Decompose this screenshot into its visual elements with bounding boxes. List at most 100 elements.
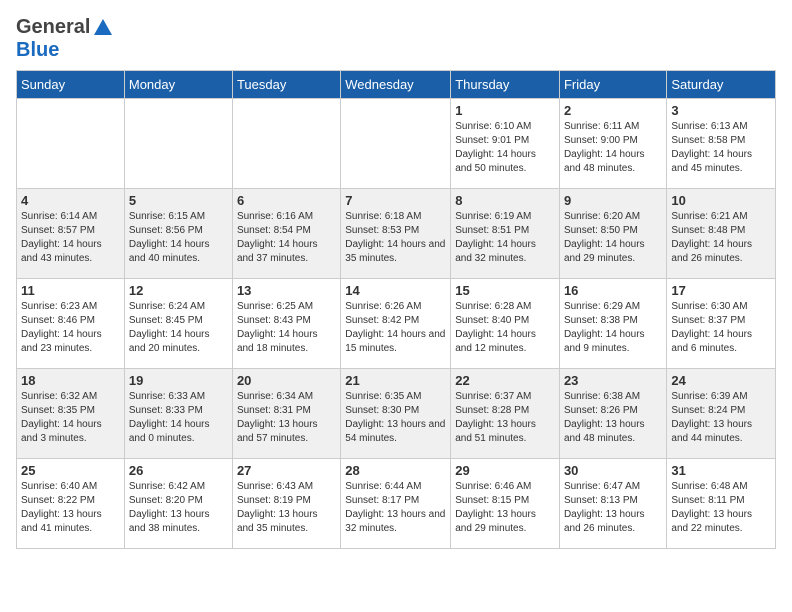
day-info: Sunrise: 6:39 AM Sunset: 8:24 PM Dayligh…	[671, 390, 771, 446]
calendar-cell: 16 Sunrise: 6:29 AM Sunset: 8:38 PM Dayli…	[559, 279, 666, 369]
day-info: Sunrise: 6:43 AM Sunset: 8:19 PM Dayligh…	[237, 480, 336, 536]
day-number: 5	[129, 193, 228, 208]
weekday-header-thursday: Thursday	[451, 71, 560, 99]
day-info: Sunrise: 6:32 AM Sunset: 8:35 PM Dayligh…	[21, 390, 120, 446]
day-info: Sunrise: 6:38 AM Sunset: 8:26 PM Dayligh…	[564, 390, 662, 446]
day-info: Sunrise: 6:33 AM Sunset: 8:33 PM Dayligh…	[129, 390, 228, 446]
day-info: Sunrise: 6:42 AM Sunset: 8:20 PM Dayligh…	[129, 480, 228, 536]
day-number: 8	[455, 193, 555, 208]
day-number: 9	[564, 193, 662, 208]
day-info: Sunrise: 6:48 AM Sunset: 8:11 PM Dayligh…	[671, 480, 771, 536]
day-number: 10	[671, 193, 771, 208]
calendar-cell: 2 Sunrise: 6:11 AM Sunset: 9:00 PM Daylig…	[559, 99, 666, 189]
day-number: 19	[129, 373, 228, 388]
day-info: Sunrise: 6:10 AM Sunset: 9:01 PM Dayligh…	[455, 120, 555, 176]
calendar-cell: 23 Sunrise: 6:38 AM Sunset: 8:26 PM Dayli…	[559, 369, 666, 459]
day-info: Sunrise: 6:37 AM Sunset: 8:28 PM Dayligh…	[455, 390, 555, 446]
calendar-cell: 24 Sunrise: 6:39 AM Sunset: 8:24 PM Dayli…	[667, 369, 776, 459]
day-info: Sunrise: 6:46 AM Sunset: 8:15 PM Dayligh…	[455, 480, 555, 536]
calendar-cell: 12 Sunrise: 6:24 AM Sunset: 8:45 PM Dayli…	[124, 279, 232, 369]
calendar-cell: 5Sunrise: 6:15 AM Sunset: 8:56 PM Daylig…	[124, 189, 232, 279]
calendar-week-2: 4Sunrise: 6:14 AM Sunset: 8:57 PM Daylig…	[17, 189, 776, 279]
day-number: 20	[237, 373, 336, 388]
day-number: 30	[564, 463, 662, 478]
day-number: 14	[345, 283, 446, 298]
day-info: Sunrise: 6:18 AM Sunset: 8:53 PM Dayligh…	[345, 210, 446, 266]
day-number: 21	[345, 373, 446, 388]
day-info: Sunrise: 6:16 AM Sunset: 8:54 PM Dayligh…	[237, 210, 336, 266]
calendar-cell: 8 Sunrise: 6:19 AM Sunset: 8:51 PM Daylig…	[451, 189, 560, 279]
day-number: 22	[455, 373, 555, 388]
calendar-cell: 6 Sunrise: 6:16 AM Sunset: 8:54 PM Daylig…	[232, 189, 340, 279]
calendar-cell	[124, 99, 232, 189]
calendar-cell: 11 Sunrise: 6:23 AM Sunset: 8:46 PM Dayli…	[17, 279, 125, 369]
calendar-cell: 7 Sunrise: 6:18 AM Sunset: 8:53 PM Daylig…	[341, 189, 451, 279]
calendar-week-1: 1 Sunrise: 6:10 AM Sunset: 9:01 PM Daylig…	[17, 99, 776, 189]
calendar-cell: 29 Sunrise: 6:46 AM Sunset: 8:15 PM Dayli…	[451, 459, 560, 549]
day-number: 7	[345, 193, 446, 208]
day-info: Sunrise: 6:25 AM Sunset: 8:43 PM Dayligh…	[237, 300, 336, 356]
day-number: 27	[237, 463, 336, 478]
day-info: Sunrise: 6:13 AM Sunset: 8:58 PM Dayligh…	[671, 120, 771, 176]
calendar-cell: 18Sunrise: 6:32 AM Sunset: 8:35 PM Dayli…	[17, 369, 125, 459]
weekday-header-saturday: Saturday	[667, 71, 776, 99]
day-info: Sunrise: 6:30 AM Sunset: 8:37 PM Dayligh…	[671, 300, 771, 356]
day-info: Sunrise: 6:34 AM Sunset: 8:31 PM Dayligh…	[237, 390, 336, 446]
weekday-header-friday: Friday	[559, 71, 666, 99]
day-number: 23	[564, 373, 662, 388]
day-number: 28	[345, 463, 446, 478]
logo-general: General	[16, 16, 90, 39]
day-number: 24	[671, 373, 771, 388]
day-number: 17	[671, 283, 771, 298]
day-number: 2	[564, 103, 662, 118]
calendar-cell: 21Sunrise: 6:35 AM Sunset: 8:30 PM Dayli…	[341, 369, 451, 459]
calendar-week-3: 11 Sunrise: 6:23 AM Sunset: 8:46 PM Dayli…	[17, 279, 776, 369]
day-info: Sunrise: 6:23 AM Sunset: 8:46 PM Dayligh…	[21, 300, 120, 356]
day-number: 25	[21, 463, 120, 478]
calendar-cell: 30Sunrise: 6:47 AM Sunset: 8:13 PM Dayli…	[559, 459, 666, 549]
day-number: 12	[129, 283, 228, 298]
logo-blue: Blue	[16, 39, 59, 62]
calendar-cell: 28 Sunrise: 6:44 AM Sunset: 8:17 PM Dayli…	[341, 459, 451, 549]
calendar-week-5: 25 Sunrise: 6:40 AM Sunset: 8:22 PM Dayli…	[17, 459, 776, 549]
calendar-cell: 22 Sunrise: 6:37 AM Sunset: 8:28 PM Dayli…	[451, 369, 560, 459]
calendar-cell: 3 Sunrise: 6:13 AM Sunset: 8:58 PM Daylig…	[667, 99, 776, 189]
day-info: Sunrise: 6:44 AM Sunset: 8:17 PM Dayligh…	[345, 480, 446, 536]
day-number: 3	[671, 103, 771, 118]
day-info: Sunrise: 6:40 AM Sunset: 8:22 PM Dayligh…	[21, 480, 120, 536]
calendar-cell: 9 Sunrise: 6:20 AM Sunset: 8:50 PM Daylig…	[559, 189, 666, 279]
calendar-cell: 26 Sunrise: 6:42 AM Sunset: 8:20 PM Dayli…	[124, 459, 232, 549]
day-number: 16	[564, 283, 662, 298]
weekday-header-wednesday: Wednesday	[341, 71, 451, 99]
day-number: 13	[237, 283, 336, 298]
day-info: Sunrise: 6:29 AM Sunset: 8:38 PM Dayligh…	[564, 300, 662, 356]
day-number: 6	[237, 193, 336, 208]
calendar-cell: 14 Sunrise: 6:26 AM Sunset: 8:42 PM Dayli…	[341, 279, 451, 369]
weekday-header-monday: Monday	[124, 71, 232, 99]
calendar-cell	[232, 99, 340, 189]
day-number: 29	[455, 463, 555, 478]
calendar-cell: 19 Sunrise: 6:33 AM Sunset: 8:33 PM Dayli…	[124, 369, 232, 459]
calendar-cell: 17 Sunrise: 6:30 AM Sunset: 8:37 PM Dayli…	[667, 279, 776, 369]
day-info: Sunrise: 6:20 AM Sunset: 8:50 PM Dayligh…	[564, 210, 662, 266]
calendar-cell	[17, 99, 125, 189]
day-info: Sunrise: 6:26 AM Sunset: 8:42 PM Dayligh…	[345, 300, 446, 356]
day-info: Sunrise: 6:11 AM Sunset: 9:00 PM Dayligh…	[564, 120, 662, 176]
day-info: Sunrise: 6:24 AM Sunset: 8:45 PM Dayligh…	[129, 300, 228, 356]
day-number: 1	[455, 103, 555, 118]
day-number: 31	[671, 463, 771, 478]
weekday-header-tuesday: Tuesday	[232, 71, 340, 99]
calendar-cell: 10 Sunrise: 6:21 AM Sunset: 8:48 PM Dayli…	[667, 189, 776, 279]
calendar-cell: 27 Sunrise: 6:43 AM Sunset: 8:19 PM Dayli…	[232, 459, 340, 549]
calendar-table: SundayMondayTuesdayWednesdayThursdayFrid…	[16, 70, 776, 549]
weekday-header-row: SundayMondayTuesdayWednesdayThursdayFrid…	[17, 71, 776, 99]
day-number: 11	[21, 283, 120, 298]
day-number: 26	[129, 463, 228, 478]
day-info: Sunrise: 6:19 AM Sunset: 8:51 PM Dayligh…	[455, 210, 555, 266]
calendar-week-4: 18Sunrise: 6:32 AM Sunset: 8:35 PM Dayli…	[17, 369, 776, 459]
day-info: Sunrise: 6:21 AM Sunset: 8:48 PM Dayligh…	[671, 210, 771, 266]
calendar-cell: 31 Sunrise: 6:48 AM Sunset: 8:11 PM Dayli…	[667, 459, 776, 549]
calendar-cell: 4Sunrise: 6:14 AM Sunset: 8:57 PM Daylig…	[17, 189, 125, 279]
calendar-cell: 25 Sunrise: 6:40 AM Sunset: 8:22 PM Dayli…	[17, 459, 125, 549]
day-info: Sunrise: 6:14 AM Sunset: 8:57 PM Dayligh…	[21, 210, 120, 266]
